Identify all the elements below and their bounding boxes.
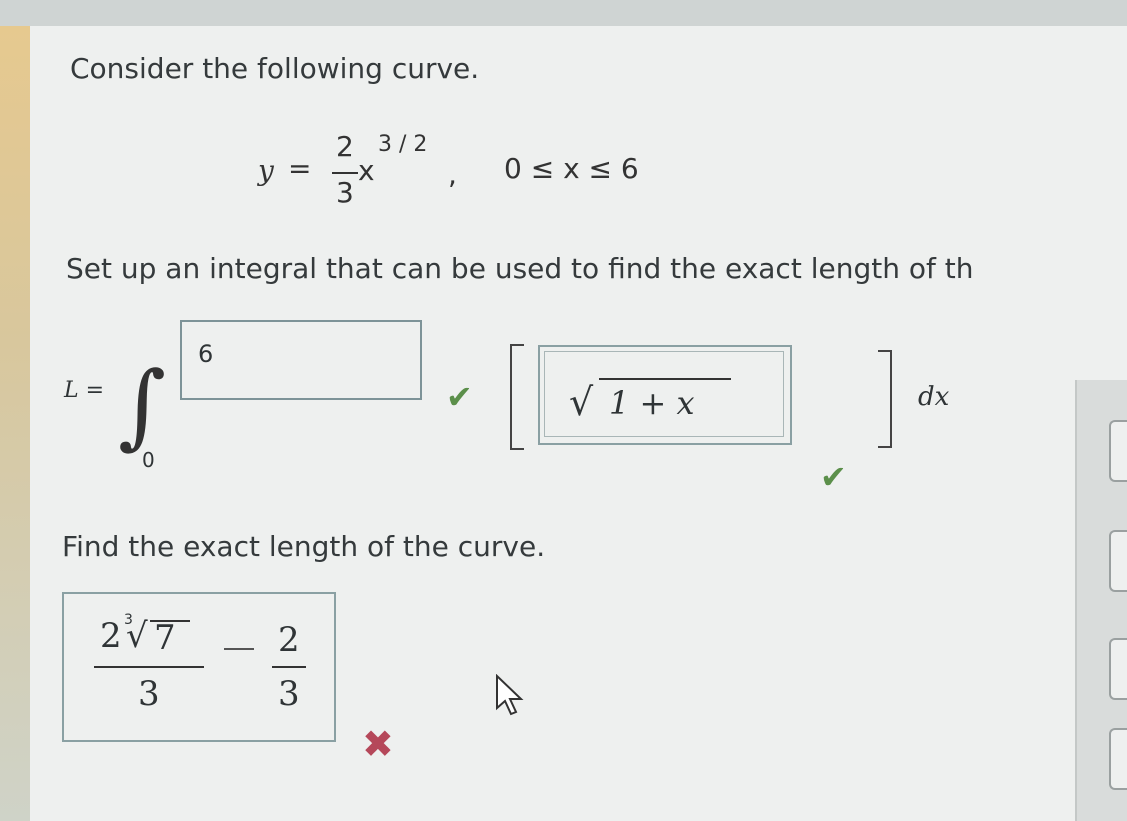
find-length-text: Find the exact length of the curve. (62, 530, 546, 563)
eq-x: x (358, 154, 375, 187)
side-tab-3[interactable] (1109, 638, 1127, 700)
upper-limit-value: 6 (198, 340, 214, 368)
answer-fraction-bar-2 (272, 666, 306, 668)
answer-fraction-bar-1 (94, 666, 204, 668)
upper-limit-input[interactable]: 6 (180, 320, 422, 400)
answer-denominator-1: 3 (138, 674, 160, 714)
mouse-pointer-icon (496, 674, 524, 716)
integrand-value: 1 + x (609, 384, 695, 422)
cross-icon: ✖ (362, 722, 394, 766)
prompt-text: Consider the following curve. (70, 52, 480, 85)
differential: dx (918, 382, 950, 412)
side-tab-2[interactable] (1109, 530, 1127, 592)
eq-denominator: 3 (336, 176, 354, 209)
curve-equation: y = 2 3 x 3 / 2 , 0 ≤ x ≤ 6 (258, 128, 678, 218)
answer-radicand: 7 (154, 618, 176, 658)
eq-numerator: 2 (336, 130, 354, 163)
eq-fraction-bar (332, 172, 358, 174)
side-tab-4[interactable] (1109, 728, 1127, 790)
right-bracket (878, 350, 892, 448)
instruction-text: Set up an integral that can be used to f… (66, 252, 974, 285)
sqrt-icon: √ (569, 380, 594, 424)
answer-root-icon: √ (126, 616, 148, 656)
eq-exponent: 3 / 2 (378, 132, 428, 157)
eq-equals: = (288, 152, 312, 185)
left-bracket (510, 344, 524, 450)
left-strip (0, 26, 30, 821)
answer-denominator-2: 3 (278, 674, 300, 714)
answer-input[interactable]: 2 3 √ 7 3 2 3 (62, 592, 336, 742)
integrand-inner: √ 1 + x (544, 351, 784, 437)
integrand-input[interactable]: √ 1 + x (538, 345, 792, 445)
L-label: L = (64, 378, 105, 403)
right-toolbar (1075, 380, 1127, 821)
answer-coeff: 2 (100, 616, 122, 656)
eq-domain: 0 ≤ x ≤ 6 (504, 152, 639, 185)
sqrt-bar (599, 378, 731, 380)
answer-numerator-2: 2 (278, 620, 300, 660)
lower-limit: 0 (142, 448, 155, 472)
side-tab-1[interactable] (1109, 420, 1127, 482)
answer-minus (224, 648, 254, 650)
eq-y: y (258, 154, 274, 187)
integral-sign: ∫ (118, 352, 166, 459)
check-icon: ✔ (446, 378, 473, 416)
check-icon-2: ✔ (820, 458, 847, 496)
eq-comma: , (448, 158, 457, 191)
top-strip (0, 0, 1127, 26)
